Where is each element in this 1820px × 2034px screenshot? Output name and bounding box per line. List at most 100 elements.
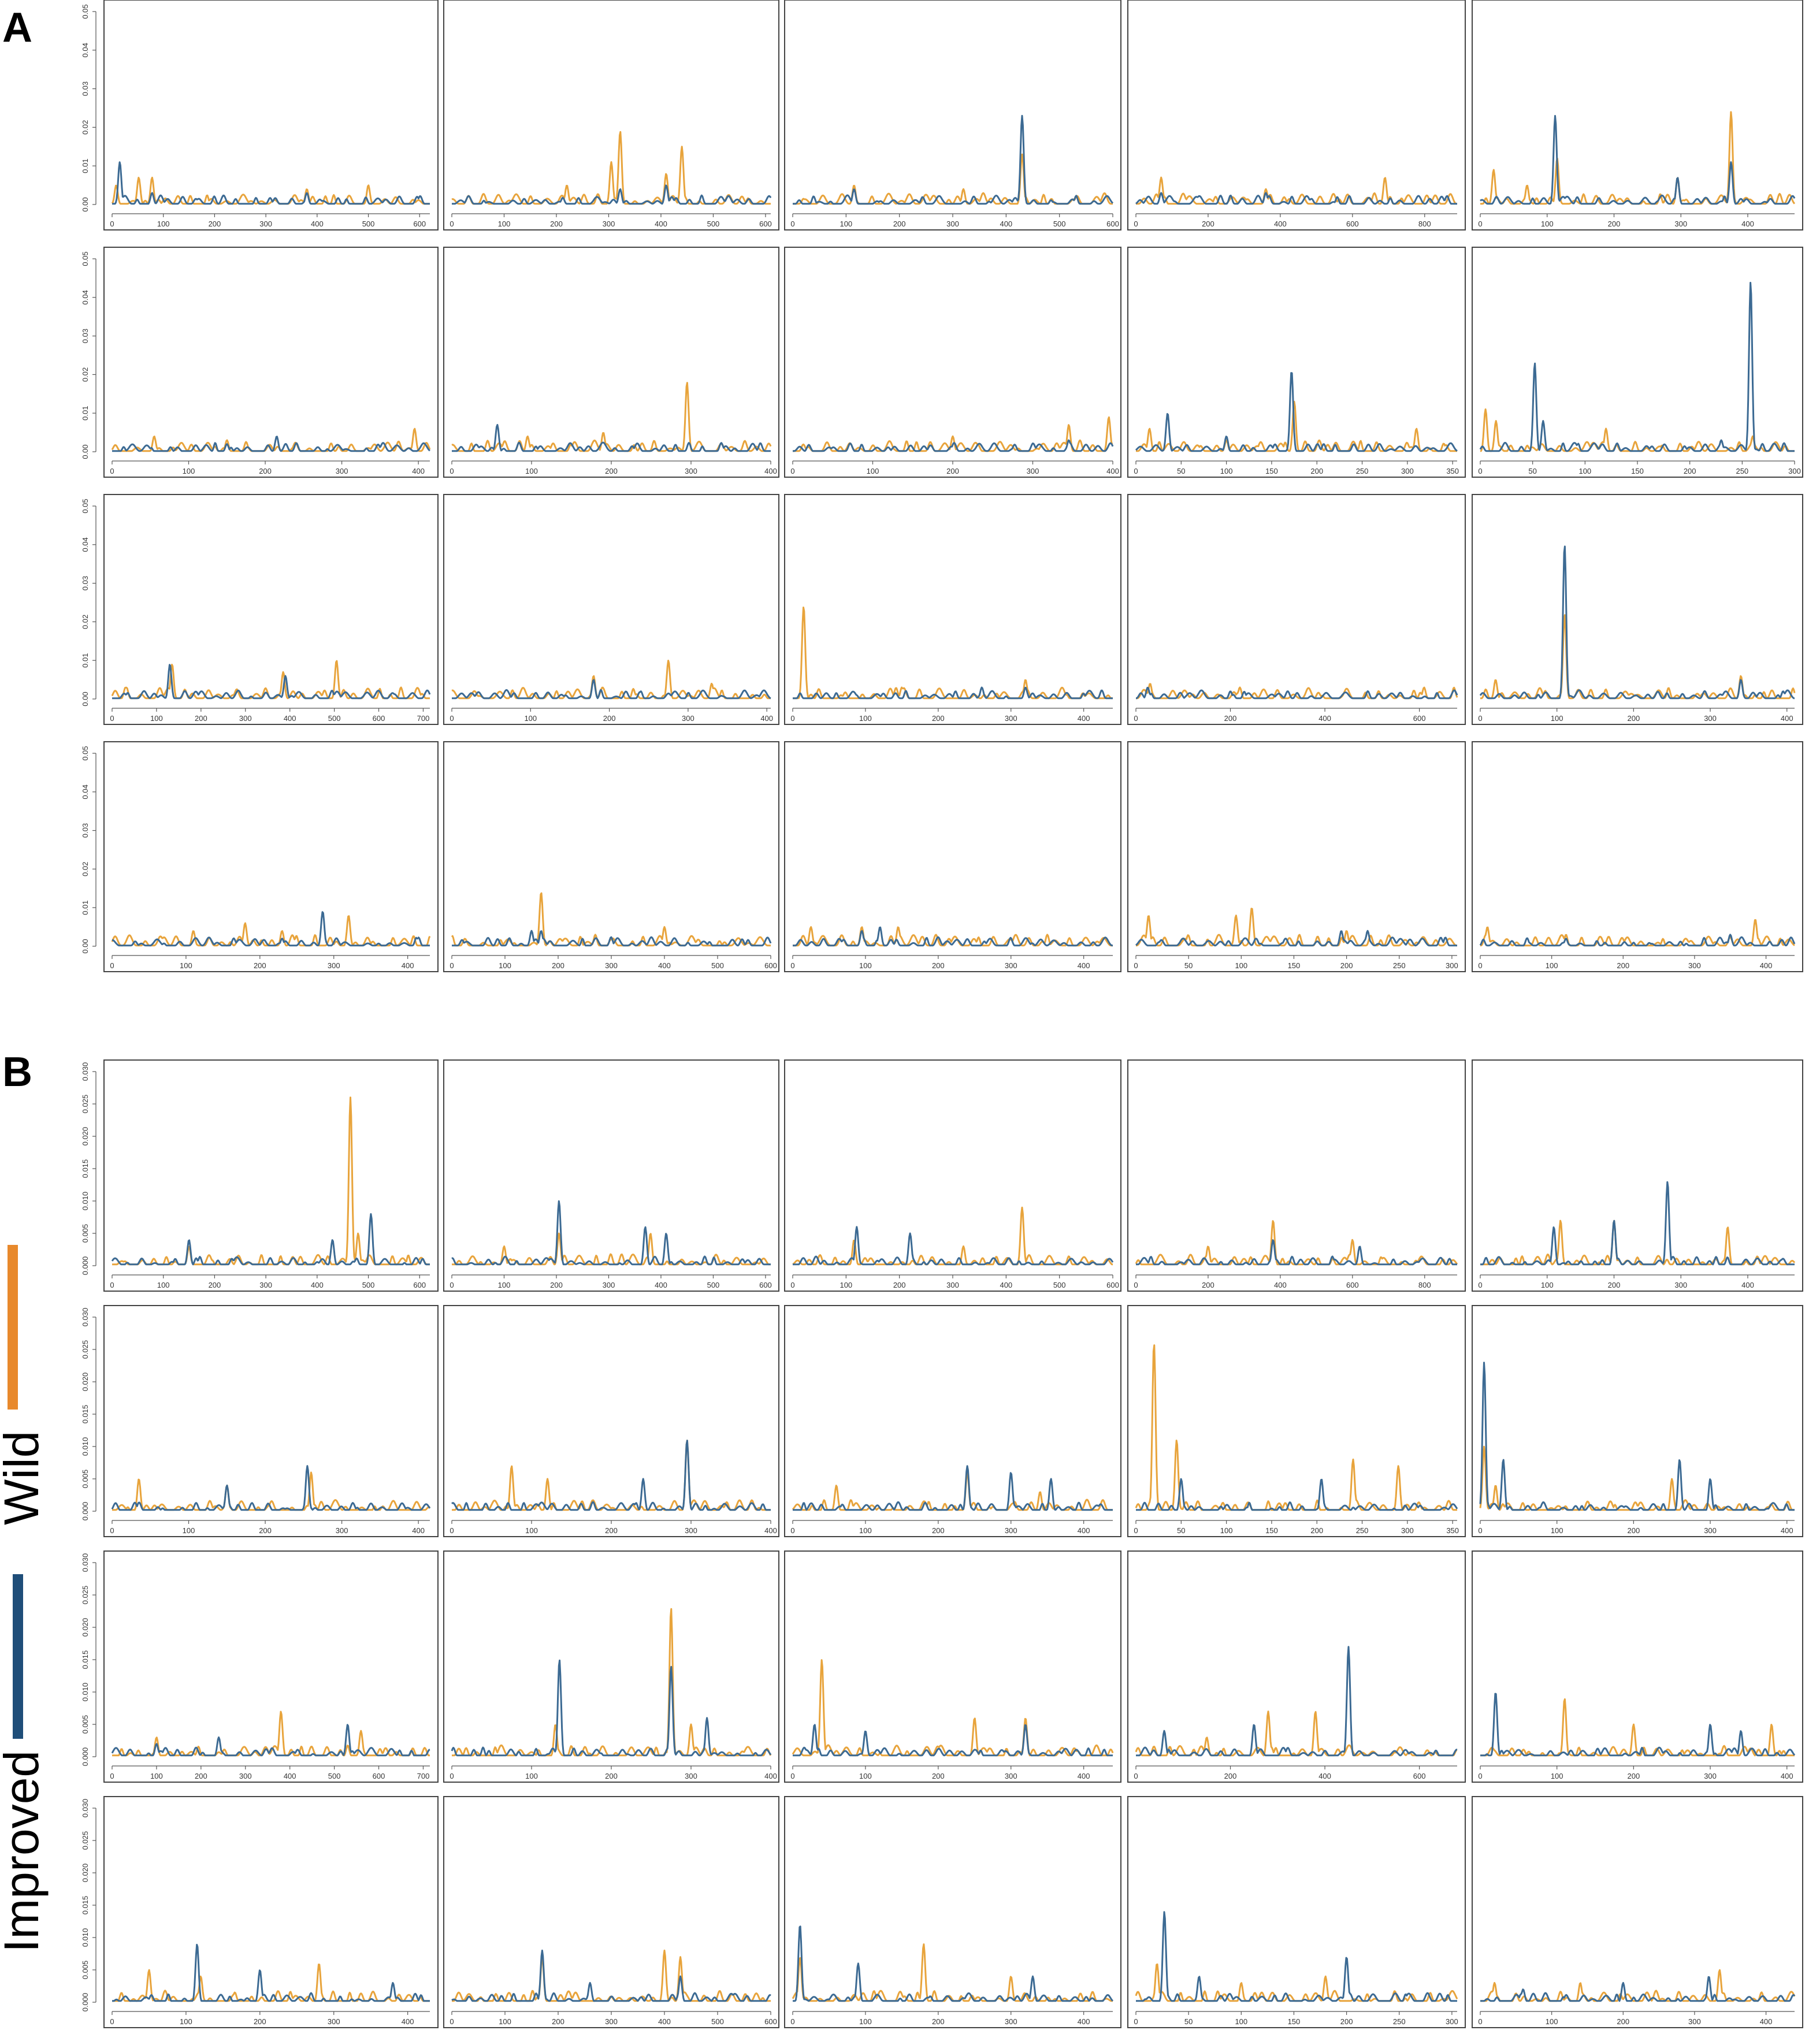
x-tick-label: 300 [259,1281,272,1289]
x-tick-label: 250 [1393,961,1406,970]
x-tick-label: 500 [328,1772,341,1780]
x-tick-label: 400 [764,1772,777,1780]
y-tick-label: 0.005 [81,1715,90,1734]
x-tick-label: 300 [336,467,348,475]
x-tick-label: 100 [867,467,879,475]
x-tick-label: 0 [110,2017,114,2026]
x-tick-label: 0 [1478,1526,1482,1535]
x-tick-label: 700 [417,1772,430,1780]
x-tick-label: 500 [707,220,720,228]
x-tick-label: 300 [946,1281,959,1289]
plot-frame [1127,1059,1466,1292]
plot-frame [1472,0,1803,230]
x-tick-label: 100 [840,1281,852,1289]
x-tick-label: 0 [110,1526,114,1535]
subplot-a-r4-c1: 0 100 200 300 400 0.00 0.01 0.02 0.03 0.04 0.05 [81,741,439,972]
y-tick-label: 0.025 [81,1586,90,1605]
y-tick-label: 0.000 [81,1256,90,1276]
x-tick-label: 100 [498,1281,511,1289]
x-tick-label: 400 [1000,1281,1012,1289]
x-tick-label: 400 [1078,1526,1090,1535]
x-tick-label: 0 [450,961,454,970]
x-tick-label: 400 [1078,714,1090,723]
legend-improved-label: Improved [0,1750,49,1953]
subplot-a-r2-c4: 0 50 100 150 200 250 300 350 [1127,247,1466,478]
x-tick-label: 200 [603,714,616,723]
x-tick-label: 300 [239,1772,252,1780]
subplot-a-r3-c5: 0 100 200 300 400 [1472,494,1803,725]
x-tick-label: 200 [605,1526,618,1535]
y-tick-label: 0.020 [81,1373,90,1392]
x-tick-label: 400 [1318,1772,1331,1780]
x-tick-label: 200 [605,1772,618,1780]
figure: A B 0 100 200 300 400 500 6000.000.010.020.030… [0,0,1803,2028]
x-tick-label: 0 [450,2017,454,2026]
x-tick-label: 100 [157,1281,170,1289]
x-tick-label: 400 [1781,1772,1793,1780]
x-tick-label: 0 [110,220,114,228]
x-tick-label: 200 [1310,467,1323,475]
y-tick-label: 0.00 [81,197,90,211]
x-tick-label: 300 [1401,467,1414,475]
x-tick-label: 200 [1202,220,1214,228]
subplot-a-r1-c3: 0 100 200 300 400 500 600 [784,0,1121,230]
x-tick-label: 400 [402,961,414,970]
x-tick-label: 200 [209,1281,221,1289]
x-tick-label: 200 [932,961,945,970]
x-tick-label: 200 [1202,1281,1214,1289]
x-tick-label: 100 [150,714,163,723]
x-tick-label: 200 [550,220,563,228]
panel-label-b: B [2,1049,32,1095]
x-tick-label: 300 [946,220,959,228]
y-tick-label: 0.04 [81,43,90,57]
x-tick-label: 400 [1000,220,1012,228]
subplot-a-r3-c2: 0 100 200 300 400 [443,494,779,725]
subplot-b-r3-c1: 0 100 200 300 400 500 600 700 0.000 0.005 0.010 0.0… [81,1550,439,1783]
x-tick-label: 400 [1078,2017,1090,2026]
plot-frame [784,0,1121,230]
subplot-b-r3-c4: 0 200 400 600 [1127,1550,1466,1783]
x-tick-label: 600 [759,1281,772,1289]
x-tick-label: 300 [1674,220,1687,228]
x-tick-label: 0 [790,1526,794,1535]
x-tick-label: 300 [239,714,252,723]
subplot-a-r4-c4: 0 50 100 150 200 250 300 [1127,741,1466,972]
y-tick-label: 0.005 [81,1224,90,1243]
y-tick-label: 0.00 [81,939,90,953]
x-tick-label: 0 [1134,2017,1138,2026]
x-tick-label: 400 [1078,1772,1090,1780]
x-tick-label: 200 [1340,2017,1353,2026]
x-tick-label: 0 [110,467,114,475]
y-tick-label: 0.05 [81,251,90,266]
x-tick-label: 500 [362,1281,375,1289]
x-tick-label: 200 [946,467,959,475]
subplot-a-r2-c1: 0 100 200 300 400 0.00 0.01 0.02 0.03 0.04 0.05 [81,247,439,478]
x-tick-label: 400 [1741,220,1754,228]
y-tick-label: 0.00 [81,444,90,459]
x-tick-label: 0 [110,1772,114,1780]
x-tick-label: 0 [1134,467,1138,475]
x-tick-label: 600 [764,2017,777,2026]
y-tick-label: 0.00 [81,691,90,706]
x-tick-label: 200 [932,1526,945,1535]
x-tick-label: 200 [195,714,207,723]
subplot-a-r3-c4: 0 200 400 600 [1127,494,1466,725]
x-tick-label: 300 [685,1772,697,1780]
x-tick-label: 100 [1541,220,1554,228]
x-tick-label: 400 [764,1526,777,1535]
x-tick-label: 100 [183,1526,195,1535]
subplot-b-r2-c3: 0 100 200 300 400 [784,1305,1121,1537]
y-tick-label: 0.03 [81,81,90,96]
x-tick-label: 300 [328,2017,340,2026]
x-tick-label: 0 [110,714,114,723]
x-tick-label: 100 [524,714,537,723]
x-tick-label: 500 [711,2017,724,2026]
y-tick-label: 0.010 [81,1437,90,1456]
x-tick-label: 150 [1288,2017,1301,2026]
plot-frame [103,494,439,725]
y-tick-label: 0.025 [81,1340,90,1359]
plot-frame [1472,1550,1803,1783]
y-tick-label: 0.05 [81,746,90,760]
x-tick-label: 100 [180,2017,192,2026]
x-tick-label: 100 [150,1772,163,1780]
